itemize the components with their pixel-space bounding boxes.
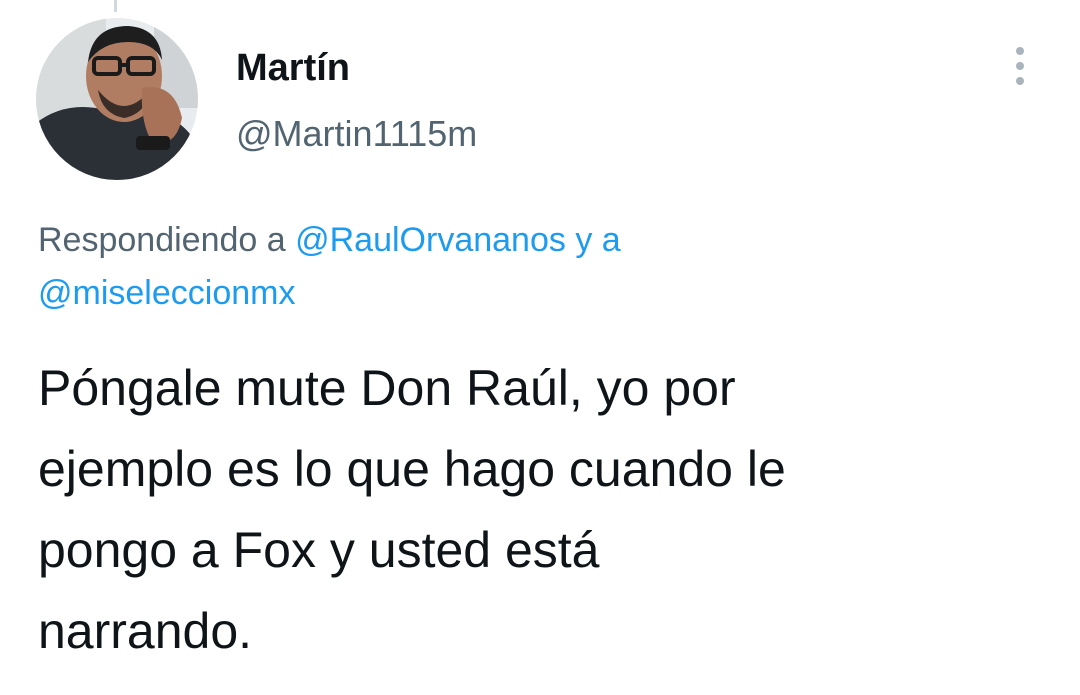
more-options-button[interactable] (1000, 40, 1040, 92)
user-avatar-icon (36, 18, 198, 180)
thread-connector-line (114, 0, 117, 12)
author-handle[interactable]: @Martin1115m (236, 110, 477, 158)
tweet-text-line: ejemplo es lo que hago cuando le (38, 441, 786, 497)
more-vertical-icon (1016, 47, 1024, 55)
author-display-name[interactable]: Martín (236, 44, 350, 92)
avatar[interactable] (36, 18, 198, 180)
mention-link-miseleccionmx[interactable]: @miseleccionmx (38, 274, 295, 312)
mention-link-raulorvananos[interactable]: @RaulOrvananos (295, 221, 566, 259)
tweet-text-line: pongo a Fox y usted está (38, 522, 600, 578)
more-vertical-icon-dot-2 (1016, 62, 1024, 70)
tweet-text: Póngale mute Don Raúl, yo por ejemplo es… (38, 348, 1048, 672)
more-vertical-icon-dot-3 (1016, 77, 1024, 85)
tweet-text-line: Póngale mute Don Raúl, yo por (38, 360, 736, 416)
reply-prefix: Respondiendo a (38, 221, 286, 259)
reply-context: Respondiendo a @RaulOrvananos y a @misel… (38, 214, 1038, 320)
mention-joiner[interactable]: y a (575, 221, 620, 259)
tweet-text-line: narrando. (38, 603, 253, 659)
